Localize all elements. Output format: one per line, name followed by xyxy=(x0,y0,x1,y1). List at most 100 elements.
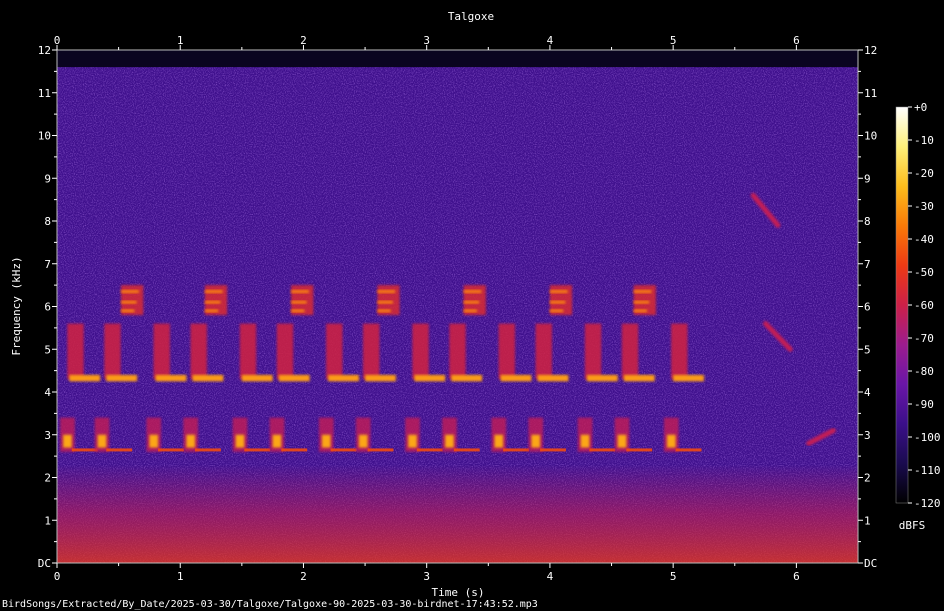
x-tick-label-top-4: 4 xyxy=(547,34,554,47)
y-tick-label-right-5: 5 xyxy=(864,343,871,356)
note-mid-core-0 xyxy=(69,374,101,382)
colorbar: +0 -10 -20 -30 -40 -50 -60 -70 -80 -90 -100 -110 -12… xyxy=(895,101,941,532)
note-low-core-0 xyxy=(63,434,72,448)
x-tick-label-top-5: 5 xyxy=(670,34,677,47)
x-axis-label: Time (s) xyxy=(432,586,485,599)
note-low-core-13 xyxy=(617,434,627,448)
note-high-line-5-2 xyxy=(549,309,564,313)
note-mid-core-5 xyxy=(278,374,310,382)
spectrogram-chart: Talgoxe 00112233445566DC DC1 12 23 34 45 56 67 7… xyxy=(2,10,941,610)
note-low-core-4 xyxy=(235,434,245,448)
x-tick-label-top-0: 0 xyxy=(54,34,61,47)
y-tick-label-right-11: 11 xyxy=(864,87,877,100)
note-low-tail-13 xyxy=(626,448,653,452)
y-axis-label: Frequency (kHz) xyxy=(10,256,23,355)
top-silent-band xyxy=(57,50,858,68)
note-low-tail-6 xyxy=(330,448,357,452)
note-high-line-0-0 xyxy=(121,290,139,294)
x-tick-label-bottom-0: 0 xyxy=(54,570,61,583)
y-tick-label-left-0: DC xyxy=(38,557,51,570)
note-high-line-4-1 xyxy=(463,300,480,304)
y-tick-label-left-8: 8 xyxy=(44,215,51,228)
note-mid-0 xyxy=(67,323,84,380)
colorbar-tick-label-1: -10 xyxy=(914,134,934,147)
x-tick-label-top-2: 2 xyxy=(300,34,307,47)
note-low-core-5 xyxy=(272,434,282,448)
note-mid-10 xyxy=(498,323,515,380)
note-mid-9 xyxy=(449,323,466,380)
note-low-tail-10 xyxy=(503,448,529,452)
y-tick-label-left-2: 2 xyxy=(44,472,51,485)
y-tick-label-left-11: 11 xyxy=(38,87,51,100)
note-low-core-10 xyxy=(494,434,504,448)
note-low-tail-0 xyxy=(71,448,98,452)
note-low-core-7 xyxy=(358,434,368,448)
note-low-tail-4 xyxy=(244,448,271,452)
y-tick-label-right-1: 1 xyxy=(864,514,871,527)
note-low-core-9 xyxy=(445,434,454,448)
y-tick-label-left-3: 3 xyxy=(44,429,51,442)
x-tick-label-bottom-2: 2 xyxy=(300,570,307,583)
colorbar-tick-label-11: -110 xyxy=(914,464,941,477)
y-tick-label-right-6: 6 xyxy=(864,301,871,314)
note-mid-11 xyxy=(535,323,552,380)
colorbar-ticks: +0 -10 -20 -30 -40 -50 -60 -70 -80 -90 -100 -110 -12… xyxy=(908,101,941,510)
y-tick-label-right-8: 8 xyxy=(864,215,871,228)
note-mid-core-6 xyxy=(328,374,359,382)
y-tick-label-right-12: 12 xyxy=(864,44,877,57)
note-mid-core-13 xyxy=(623,374,655,382)
colorbar-tick-label-12: -120 xyxy=(914,497,941,510)
note-low-core-3 xyxy=(186,434,196,448)
x-tick-label-bottom-3: 3 xyxy=(423,570,430,583)
y-tick-label-left-9: 9 xyxy=(44,172,51,185)
note-mid-core-4 xyxy=(241,374,273,382)
y-tick-label-left-5: 5 xyxy=(44,343,51,356)
colorbar-tick-label-5: -50 xyxy=(914,266,934,279)
note-mid-core-11 xyxy=(537,374,569,382)
note-low-core-14 xyxy=(666,434,676,448)
colorbar-tick-label-3: -30 xyxy=(914,200,934,213)
colorbar-tick-label-10: -100 xyxy=(914,431,941,444)
note-high-line-6-1 xyxy=(633,300,650,304)
note-mid-1 xyxy=(104,323,121,380)
note-high-line-2-2 xyxy=(291,309,305,313)
note-low-core-11 xyxy=(531,434,541,448)
colorbar-tick-label-7: -70 xyxy=(914,332,934,345)
note-mid-core-3 xyxy=(192,374,224,382)
colorbar-tick-label-6: -60 xyxy=(914,299,934,312)
note-mid-4 xyxy=(239,323,257,380)
note-high-line-5-1 xyxy=(549,300,566,304)
colorbar-tick-label-9: -90 xyxy=(914,398,934,411)
x-tick-label-top-1: 1 xyxy=(177,34,184,47)
y-tick-label-left-12: 12 xyxy=(38,44,51,57)
y-tick-label-right-7: 7 xyxy=(864,258,871,271)
x-tick-label-bottom-5: 5 xyxy=(670,570,677,583)
y-tick-label-right-9: 9 xyxy=(864,172,871,185)
note-low-tail-8 xyxy=(416,448,443,452)
colorbar-gradient xyxy=(895,106,909,504)
note-mid-5 xyxy=(276,323,294,380)
note-mid-core-2 xyxy=(155,374,187,382)
note-high-line-2-0 xyxy=(291,290,309,294)
note-low-tail-7 xyxy=(367,448,394,452)
x-tick-label-top-3: 3 xyxy=(423,34,430,47)
colorbar-tick-label-0: +0 xyxy=(914,101,927,114)
note-high-line-0-1 xyxy=(121,300,137,304)
note-high-line-4-2 xyxy=(463,309,477,313)
y-tick-label-right-10: 10 xyxy=(864,130,877,143)
y-tick-label-right-0: DC xyxy=(864,557,877,570)
y-tick-label-right-4: 4 xyxy=(864,386,871,399)
note-mid-13 xyxy=(621,323,639,380)
note-high-line-2-1 xyxy=(291,300,307,304)
note-mid-8 xyxy=(412,323,429,380)
note-low-tail-11 xyxy=(540,448,566,452)
note-mid-core-7 xyxy=(365,374,396,382)
plot-area xyxy=(56,49,859,564)
note-high-line-3-0 xyxy=(377,290,396,294)
note-low-tail-3 xyxy=(195,448,221,452)
note-high-line-6-0 xyxy=(633,290,652,294)
note-low-tail-2 xyxy=(158,448,184,452)
note-mid-core-12 xyxy=(586,374,618,382)
low-frequency-noise-band xyxy=(57,464,858,563)
note-mid-core-10 xyxy=(500,374,532,382)
